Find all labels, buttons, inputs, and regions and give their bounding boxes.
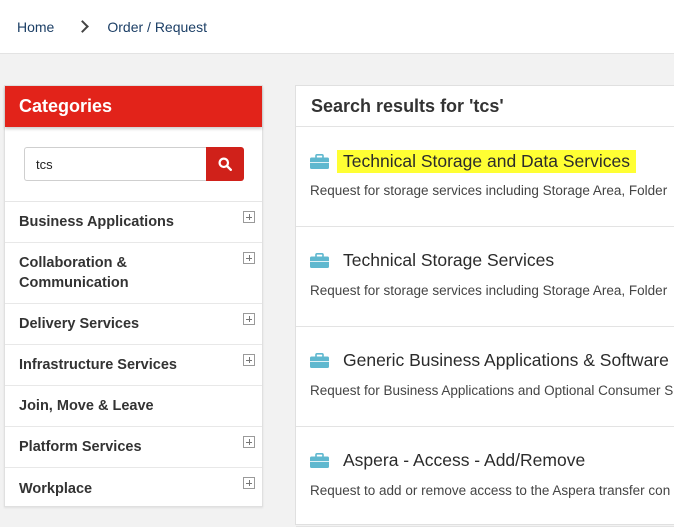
briefcase-icon bbox=[310, 154, 329, 169]
search-results-panel: Search results for 'tcs' Technical Stora… bbox=[295, 85, 674, 527]
category-workplace[interactable]: Workplace bbox=[5, 468, 262, 509]
result-description: Request to add or remove access to the A… bbox=[310, 483, 671, 498]
briefcase-icon bbox=[310, 253, 329, 268]
result-description: Request for storage services including S… bbox=[310, 283, 668, 298]
search-input[interactable] bbox=[24, 147, 206, 181]
plus-box-icon[interactable] bbox=[243, 354, 255, 366]
categories-title: Categories bbox=[5, 86, 262, 127]
category-label: Platform Services bbox=[19, 439, 142, 455]
plus-box-icon[interactable] bbox=[243, 211, 255, 223]
result-item[interactable]: Generic Business Applications & Software… bbox=[296, 327, 674, 427]
category-collaboration-communication[interactable]: Collaboration & Communication bbox=[5, 243, 262, 304]
category-business-applications[interactable]: Business Applications bbox=[5, 202, 262, 243]
category-label: Delivery Services bbox=[19, 316, 140, 332]
briefcase-icon bbox=[310, 353, 329, 368]
plus-box-icon[interactable] bbox=[243, 252, 255, 264]
result-title-link[interactable]: Generic Business Applications & Software bbox=[343, 350, 669, 371]
result-description: Request for storage services including S… bbox=[310, 183, 668, 198]
plus-box-icon[interactable] bbox=[243, 477, 255, 489]
category-label: Join, Move & Leave bbox=[19, 398, 154, 414]
category-label: Collaboration & Communication bbox=[19, 255, 129, 291]
result-title-link[interactable]: Aspera - Access - Add/Remove bbox=[343, 450, 585, 471]
category-join-move-leave[interactable]: Join, Move & Leave bbox=[5, 386, 262, 427]
breadcrumb-current-link[interactable]: Order / Request bbox=[107, 19, 207, 35]
briefcase-icon bbox=[310, 453, 329, 468]
category-label: Workplace bbox=[19, 480, 93, 497]
result-title-link[interactable]: Technical Storage Services bbox=[343, 250, 554, 271]
search-button[interactable] bbox=[206, 147, 244, 181]
category-infrastructure-services[interactable]: Infrastructure Services bbox=[5, 345, 262, 386]
result-item[interactable]: Aspera - Access - Add/Remove Request to … bbox=[296, 427, 674, 527]
plus-box-icon[interactable] bbox=[243, 436, 255, 448]
categories-panel: Categories Business Applications Collabo… bbox=[4, 85, 263, 507]
result-item[interactable]: Technical Storage and Data Services Requ… bbox=[296, 127, 674, 227]
category-platform-services[interactable]: Platform Services bbox=[5, 427, 262, 468]
category-label: Business Applications bbox=[19, 214, 174, 230]
results-heading: Search results for 'tcs' bbox=[296, 86, 674, 127]
search-icon bbox=[218, 157, 232, 171]
result-title-link[interactable]: Technical Storage and Data Services bbox=[337, 150, 636, 173]
result-item[interactable]: Technical Storage Services Request for s… bbox=[296, 227, 674, 327]
breadcrumb-home-link[interactable]: Home bbox=[17, 19, 54, 35]
category-label: Infrastructure Services bbox=[19, 357, 177, 373]
category-search bbox=[5, 127, 262, 202]
plus-box-icon[interactable] bbox=[243, 313, 255, 325]
category-delivery-services[interactable]: Delivery Services bbox=[5, 304, 262, 345]
chevron-right-icon bbox=[76, 20, 90, 33]
result-description: Request for Business Applications and Op… bbox=[310, 383, 674, 398]
breadcrumb: Home Order / Request bbox=[0, 0, 674, 54]
